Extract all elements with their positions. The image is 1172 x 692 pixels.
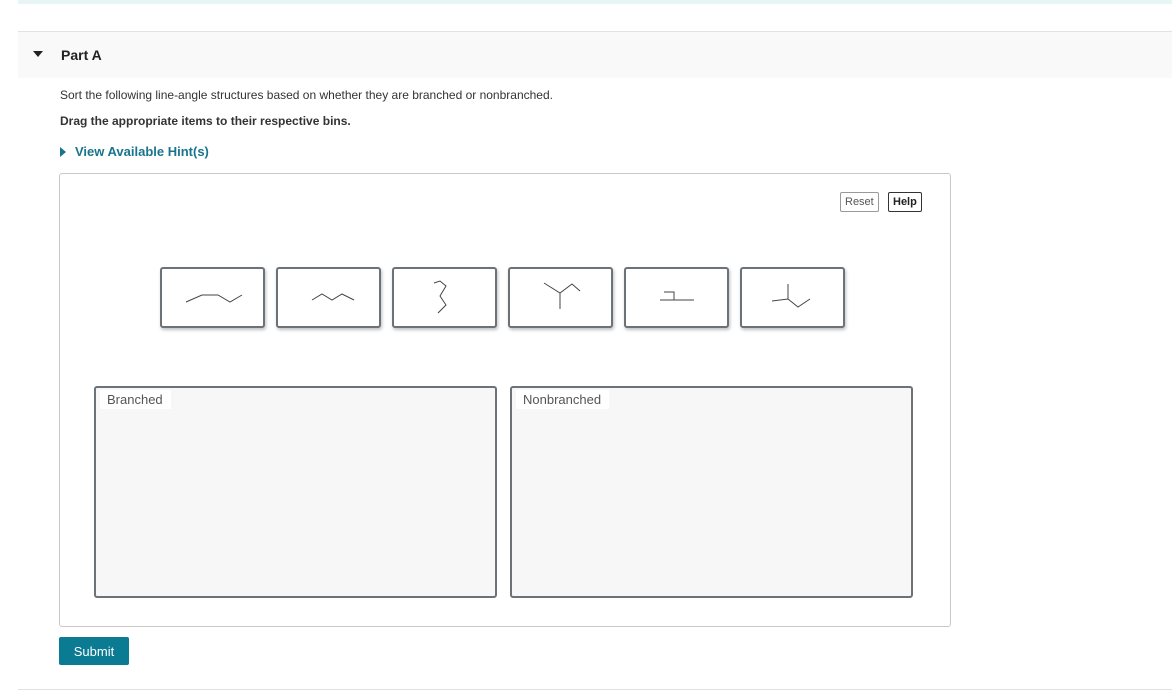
- bin-nonbranched-label: Nonbranched: [516, 390, 610, 409]
- reset-button[interactable]: Reset: [840, 192, 879, 212]
- view-hints-link[interactable]: View Available Hint(s): [60, 144, 209, 159]
- top-banner: [18, 0, 1172, 4]
- draggable-structure-tile-1[interactable]: [160, 267, 265, 328]
- t-shaped-structure-icon: [660, 291, 694, 301]
- y-branched-structure-icon: [543, 282, 581, 309]
- caret-right-icon: [60, 146, 66, 157]
- draggable-structure-tile-3[interactable]: [392, 267, 497, 328]
- vertical-zigzag-structure-icon: [433, 280, 447, 314]
- forked-branched-structure-icon: [771, 284, 811, 308]
- question-instruction: Sort the following line-angle structures…: [60, 88, 553, 102]
- draggable-structure-tile-6[interactable]: [740, 267, 845, 328]
- help-button[interactable]: Help: [888, 192, 922, 212]
- drag-drop-workspace: Reset Help Branched Nonbranched: [59, 173, 951, 627]
- submit-button[interactable]: Submit: [59, 637, 129, 665]
- draggable-structure-tile-5[interactable]: [624, 267, 729, 328]
- view-hints-label: View Available Hint(s): [75, 144, 209, 159]
- bin-nonbranched[interactable]: Nonbranched: [510, 386, 913, 598]
- draggable-structure-tile-4[interactable]: [508, 267, 613, 328]
- draggable-structure-tile-2[interactable]: [276, 267, 381, 328]
- caret-down-icon[interactable]: [33, 51, 43, 57]
- question-directive: Drag the appropriate items to their resp…: [60, 114, 351, 128]
- bottom-divider: [18, 689, 1172, 690]
- part-header[interactable]: Part A: [18, 31, 1172, 78]
- hexane-zigzag-structure-icon: [311, 293, 355, 301]
- bin-branched[interactable]: Branched: [94, 386, 497, 598]
- bin-branched-label: Branched: [100, 390, 171, 409]
- pentane-structure-icon: [185, 294, 243, 303]
- part-title: Part A: [61, 47, 102, 63]
